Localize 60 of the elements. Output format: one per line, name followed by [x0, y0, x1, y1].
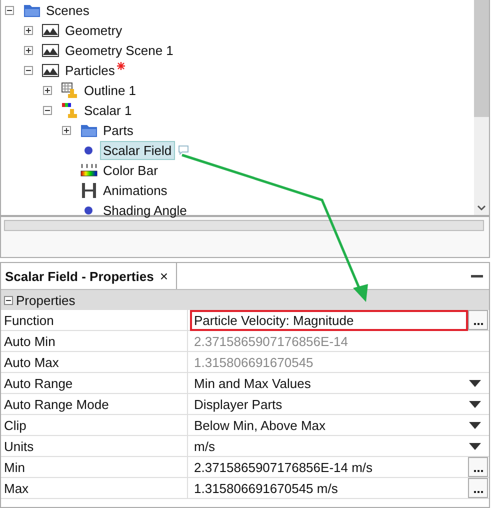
landscape-icon [42, 64, 59, 76]
dropdown-arrow-icon[interactable] [469, 442, 481, 450]
collapse-icon[interactable] [4, 296, 13, 304]
tree-item[interactable]: Animations [100, 180, 170, 200]
close-button[interactable]: × [160, 268, 168, 284]
property-name: Function [1, 310, 188, 330]
property-name: Auto Max [1, 352, 188, 372]
property-name: Auto Min [1, 331, 188, 351]
outline-icon [61, 82, 78, 98]
tree-item[interactable]: Scenes [43, 0, 92, 20]
property-value[interactable]: Below Min, Above Max [190, 414, 330, 436]
property-name: Units [1, 436, 188, 456]
tree-item[interactable]: Outline 1 [81, 80, 140, 100]
expander-icon[interactable] [5, 6, 14, 14]
dropdown-arrow-icon[interactable] [469, 422, 481, 428]
scalar-icon [61, 102, 78, 118]
dot-icon [84, 146, 93, 154]
color-bar-icon [80, 163, 98, 177]
property-value[interactable]: 1.315806691670545 m/s [190, 478, 342, 498]
group-header[interactable]: Properties [1, 290, 489, 310]
property-name: Auto Range Mode [1, 394, 188, 414]
landscape-icon [42, 24, 59, 36]
chevron-down-icon[interactable] [477, 205, 486, 211]
folder-icon [80, 124, 96, 136]
dropdown-arrow-icon[interactable] [469, 380, 481, 386]
dropdown-arrow-icon[interactable] [469, 400, 481, 408]
tree-item[interactable]: Geometry Scene 1 [62, 40, 176, 60]
expander-icon[interactable] [43, 86, 52, 94]
property-value[interactable]: Min and Max Values [190, 372, 315, 394]
property-name: Min [1, 457, 188, 477]
property-name: Auto Range [1, 373, 188, 393]
minimize-icon[interactable] [471, 274, 483, 278]
group-label: Properties [16, 292, 76, 308]
expander-icon[interactable] [24, 26, 33, 34]
film-icon [82, 182, 96, 198]
property-value[interactable]: Displayer Parts [190, 394, 286, 414]
tree-item[interactable]: Particles [62, 60, 118, 80]
property-value[interactable]: Particle Velocity: Magnitude [190, 310, 468, 330]
browse-button[interactable] [468, 310, 488, 330]
expander-icon[interactable] [62, 126, 71, 134]
tree-item[interactable]: Scalar Field [100, 140, 175, 160]
browse-button[interactable] [468, 478, 488, 498]
properties-tab[interactable]: Scalar Field - Properties × [1, 263, 178, 289]
property-value[interactable]: m/s [190, 436, 219, 456]
property-name: Max [1, 478, 188, 498]
tree-item[interactable]: Shading Angle [100, 200, 190, 220]
folder-icon [24, 4, 40, 16]
property-value[interactable]: 2.3715865907176856E-14 m/s [190, 456, 377, 478]
expander-icon[interactable] [24, 66, 33, 74]
tree-item[interactable]: Scalar 1 [81, 100, 135, 120]
tree-item[interactable]: Color Bar [100, 160, 161, 180]
expander-icon[interactable] [24, 46, 33, 54]
expander-icon[interactable] [43, 106, 52, 114]
browse-button[interactable] [468, 457, 488, 477]
property-name: Clip [1, 415, 188, 435]
scrollbar[interactable] [474, 0, 489, 215]
landscape-icon [42, 44, 59, 56]
dot-icon [84, 206, 93, 214]
tree-item[interactable]: Parts [100, 120, 136, 140]
tree-item[interactable]: Geometry [62, 20, 126, 40]
